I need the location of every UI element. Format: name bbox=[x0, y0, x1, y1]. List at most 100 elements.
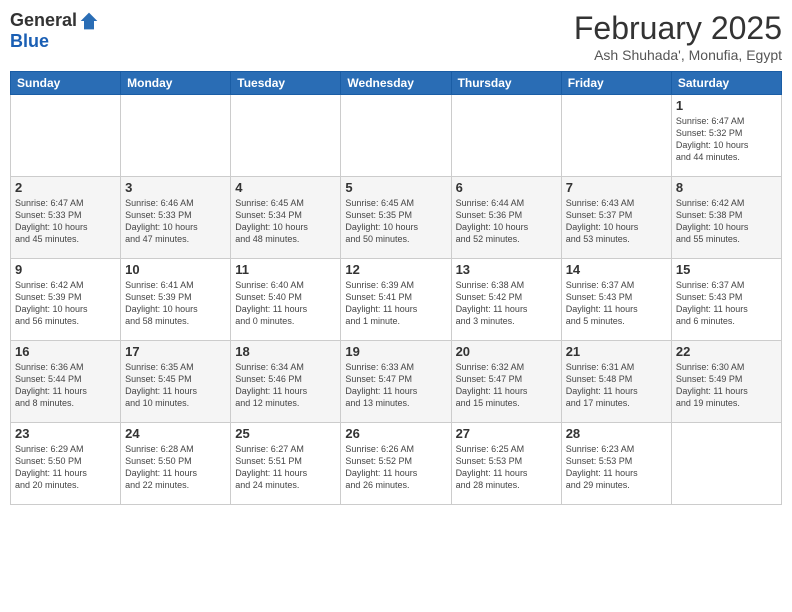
day-header-monday: Monday bbox=[121, 72, 231, 95]
week-row-4: 16Sunrise: 6:36 AM Sunset: 5:44 PM Dayli… bbox=[11, 341, 782, 423]
day-cell-26: 26 Sunrise: 6:26 AM Sunset: 5:52 PM Dayli… bbox=[341, 423, 451, 505]
header-row: SundayMondayTuesdayWednesdayThursdayFrid… bbox=[11, 72, 782, 95]
day-info: Sunrise: 6:46 AM Sunset: 5:33 PM Dayligh… bbox=[125, 197, 226, 246]
day-info: Sunrise: 6:33 AM Sunset: 5:47 PM Dayligh… bbox=[345, 361, 446, 410]
day-info: Sunrise: 6:32 AM Sunset: 5:47 PM Dayligh… bbox=[456, 361, 557, 410]
day-cell-19: 19 Sunrise: 6:33 AM Sunset: 5:47 PM Dayli… bbox=[341, 341, 451, 423]
day-cell-1: 1Sunrise: 6:47 AM Sunset: 5:32 PM Daylig… bbox=[671, 95, 781, 177]
day-cell-20: 20 Sunrise: 6:32 AM Sunset: 5:47 PM Dayli… bbox=[451, 341, 561, 423]
day-info: Sunrise: 6:42 AM Sunset: 5:38 PM Dayligh… bbox=[676, 197, 777, 246]
day-number: 19 bbox=[345, 344, 446, 359]
logo-general-text: General bbox=[10, 10, 77, 31]
day-info: Sunrise: 6:28 AM Sunset: 5:50 PM Dayligh… bbox=[125, 443, 226, 492]
day-cell-25: 25 Sunrise: 6:27 AM Sunset: 5:51 PM Dayli… bbox=[231, 423, 341, 505]
empty-cell bbox=[341, 95, 451, 177]
day-info: Sunrise: 6:27 AM Sunset: 5:51 PM Dayligh… bbox=[235, 443, 336, 492]
day-number: 3 bbox=[125, 180, 226, 195]
day-info: Sunrise: 6:35 AM Sunset: 5:45 PM Dayligh… bbox=[125, 361, 226, 410]
day-number: 22 bbox=[676, 344, 777, 359]
day-info: Sunrise: 6:44 AM Sunset: 5:36 PM Dayligh… bbox=[456, 197, 557, 246]
day-info: Sunrise: 6:36 AM Sunset: 5:44 PM Dayligh… bbox=[15, 361, 116, 410]
day-info: Sunrise: 6:30 AM Sunset: 5:49 PM Dayligh… bbox=[676, 361, 777, 410]
month-title: February 2025 bbox=[574, 10, 782, 47]
day-number: 7 bbox=[566, 180, 667, 195]
day-info: Sunrise: 6:23 AM Sunset: 5:53 PM Dayligh… bbox=[566, 443, 667, 492]
day-cell-24: 24 Sunrise: 6:28 AM Sunset: 5:50 PM Dayli… bbox=[121, 423, 231, 505]
day-number: 27 bbox=[456, 426, 557, 441]
day-cell-14: 14 Sunrise: 6:37 AM Sunset: 5:43 PM Dayli… bbox=[561, 259, 671, 341]
logo-icon bbox=[79, 11, 99, 31]
empty-cell bbox=[231, 95, 341, 177]
day-info: Sunrise: 6:39 AM Sunset: 5:41 PM Dayligh… bbox=[345, 279, 446, 328]
day-cell-23: 23 Sunrise: 6:29 AM Sunset: 5:50 PM Dayli… bbox=[11, 423, 121, 505]
day-cell-13: 13 Sunrise: 6:38 AM Sunset: 5:42 PM Dayli… bbox=[451, 259, 561, 341]
day-number: 17 bbox=[125, 344, 226, 359]
day-cell-7: 7 Sunrise: 6:43 AM Sunset: 5:37 PM Daylig… bbox=[561, 177, 671, 259]
day-info: Sunrise: 6:38 AM Sunset: 5:42 PM Dayligh… bbox=[456, 279, 557, 328]
day-info: Sunrise: 6:26 AM Sunset: 5:52 PM Dayligh… bbox=[345, 443, 446, 492]
empty-cell bbox=[561, 95, 671, 177]
day-cell-9: 9 Sunrise: 6:42 AM Sunset: 5:39 PM Daylig… bbox=[11, 259, 121, 341]
day-number: 9 bbox=[15, 262, 116, 277]
day-cell-5: 5 Sunrise: 6:45 AM Sunset: 5:35 PM Daylig… bbox=[341, 177, 451, 259]
day-cell-15: 15 Sunrise: 6:37 AM Sunset: 5:43 PM Dayli… bbox=[671, 259, 781, 341]
empty-cell bbox=[121, 95, 231, 177]
day-cell-10: 10 Sunrise: 6:41 AM Sunset: 5:39 PM Dayli… bbox=[121, 259, 231, 341]
day-cell-8: 8 Sunrise: 6:42 AM Sunset: 5:38 PM Daylig… bbox=[671, 177, 781, 259]
day-cell-21: 21 Sunrise: 6:31 AM Sunset: 5:48 PM Dayli… bbox=[561, 341, 671, 423]
day-info: Sunrise: 6:37 AM Sunset: 5:43 PM Dayligh… bbox=[676, 279, 777, 328]
day-info: Sunrise: 6:29 AM Sunset: 5:50 PM Dayligh… bbox=[15, 443, 116, 492]
day-cell-16: 16Sunrise: 6:36 AM Sunset: 5:44 PM Dayli… bbox=[11, 341, 121, 423]
day-cell-4: 4Sunrise: 6:45 AM Sunset: 5:34 PM Daylig… bbox=[231, 177, 341, 259]
week-row-3: 9 Sunrise: 6:42 AM Sunset: 5:39 PM Daylig… bbox=[11, 259, 782, 341]
week-row-5: 23 Sunrise: 6:29 AM Sunset: 5:50 PM Dayli… bbox=[11, 423, 782, 505]
calendar-table: SundayMondayTuesdayWednesdayThursdayFrid… bbox=[10, 71, 782, 505]
day-number: 5 bbox=[345, 180, 446, 195]
day-number: 24 bbox=[125, 426, 226, 441]
day-cell-6: 6 Sunrise: 6:44 AM Sunset: 5:36 PM Daylig… bbox=[451, 177, 561, 259]
day-number: 14 bbox=[566, 262, 667, 277]
day-info: Sunrise: 6:45 AM Sunset: 5:35 PM Dayligh… bbox=[345, 197, 446, 246]
day-number: 2 bbox=[15, 180, 116, 195]
day-cell-27: 27Sunrise: 6:25 AM Sunset: 5:53 PM Dayli… bbox=[451, 423, 561, 505]
day-header-thursday: Thursday bbox=[451, 72, 561, 95]
day-info: Sunrise: 6:40 AM Sunset: 5:40 PM Dayligh… bbox=[235, 279, 336, 328]
day-number: 12 bbox=[345, 262, 446, 277]
day-info: Sunrise: 6:42 AM Sunset: 5:39 PM Dayligh… bbox=[15, 279, 116, 328]
week-row-1: 1Sunrise: 6:47 AM Sunset: 5:32 PM Daylig… bbox=[11, 95, 782, 177]
logo-blue-text: Blue bbox=[10, 31, 49, 51]
day-number: 15 bbox=[676, 262, 777, 277]
day-info: Sunrise: 6:37 AM Sunset: 5:43 PM Dayligh… bbox=[566, 279, 667, 328]
day-number: 13 bbox=[456, 262, 557, 277]
day-number: 21 bbox=[566, 344, 667, 359]
day-cell-3: 3 Sunrise: 6:46 AM Sunset: 5:33 PM Daylig… bbox=[121, 177, 231, 259]
day-number: 23 bbox=[15, 426, 116, 441]
header: General Blue February 2025 Ash Shuhada',… bbox=[10, 10, 782, 63]
day-number: 25 bbox=[235, 426, 336, 441]
day-header-sunday: Sunday bbox=[11, 72, 121, 95]
day-header-saturday: Saturday bbox=[671, 72, 781, 95]
day-header-tuesday: Tuesday bbox=[231, 72, 341, 95]
empty-cell bbox=[451, 95, 561, 177]
day-info: Sunrise: 6:31 AM Sunset: 5:48 PM Dayligh… bbox=[566, 361, 667, 410]
day-number: 8 bbox=[676, 180, 777, 195]
day-number: 10 bbox=[125, 262, 226, 277]
day-number: 6 bbox=[456, 180, 557, 195]
day-cell-28: 28Sunrise: 6:23 AM Sunset: 5:53 PM Dayli… bbox=[561, 423, 671, 505]
day-header-wednesday: Wednesday bbox=[341, 72, 451, 95]
day-info: Sunrise: 6:43 AM Sunset: 5:37 PM Dayligh… bbox=[566, 197, 667, 246]
day-info: Sunrise: 6:47 AM Sunset: 5:33 PM Dayligh… bbox=[15, 197, 116, 246]
day-info: Sunrise: 6:34 AM Sunset: 5:46 PM Dayligh… bbox=[235, 361, 336, 410]
day-number: 26 bbox=[345, 426, 446, 441]
page: General Blue February 2025 Ash Shuhada',… bbox=[0, 0, 792, 612]
day-info: Sunrise: 6:41 AM Sunset: 5:39 PM Dayligh… bbox=[125, 279, 226, 328]
day-number: 1 bbox=[676, 98, 777, 113]
day-number: 4 bbox=[235, 180, 336, 195]
logo: General Blue bbox=[10, 10, 99, 52]
day-cell-18: 18Sunrise: 6:34 AM Sunset: 5:46 PM Dayli… bbox=[231, 341, 341, 423]
day-cell-11: 11Sunrise: 6:40 AM Sunset: 5:40 PM Dayli… bbox=[231, 259, 341, 341]
empty-cell bbox=[11, 95, 121, 177]
day-cell-2: 2 Sunrise: 6:47 AM Sunset: 5:33 PM Daylig… bbox=[11, 177, 121, 259]
day-number: 20 bbox=[456, 344, 557, 359]
title-area: February 2025 Ash Shuhada', Monufia, Egy… bbox=[574, 10, 782, 63]
